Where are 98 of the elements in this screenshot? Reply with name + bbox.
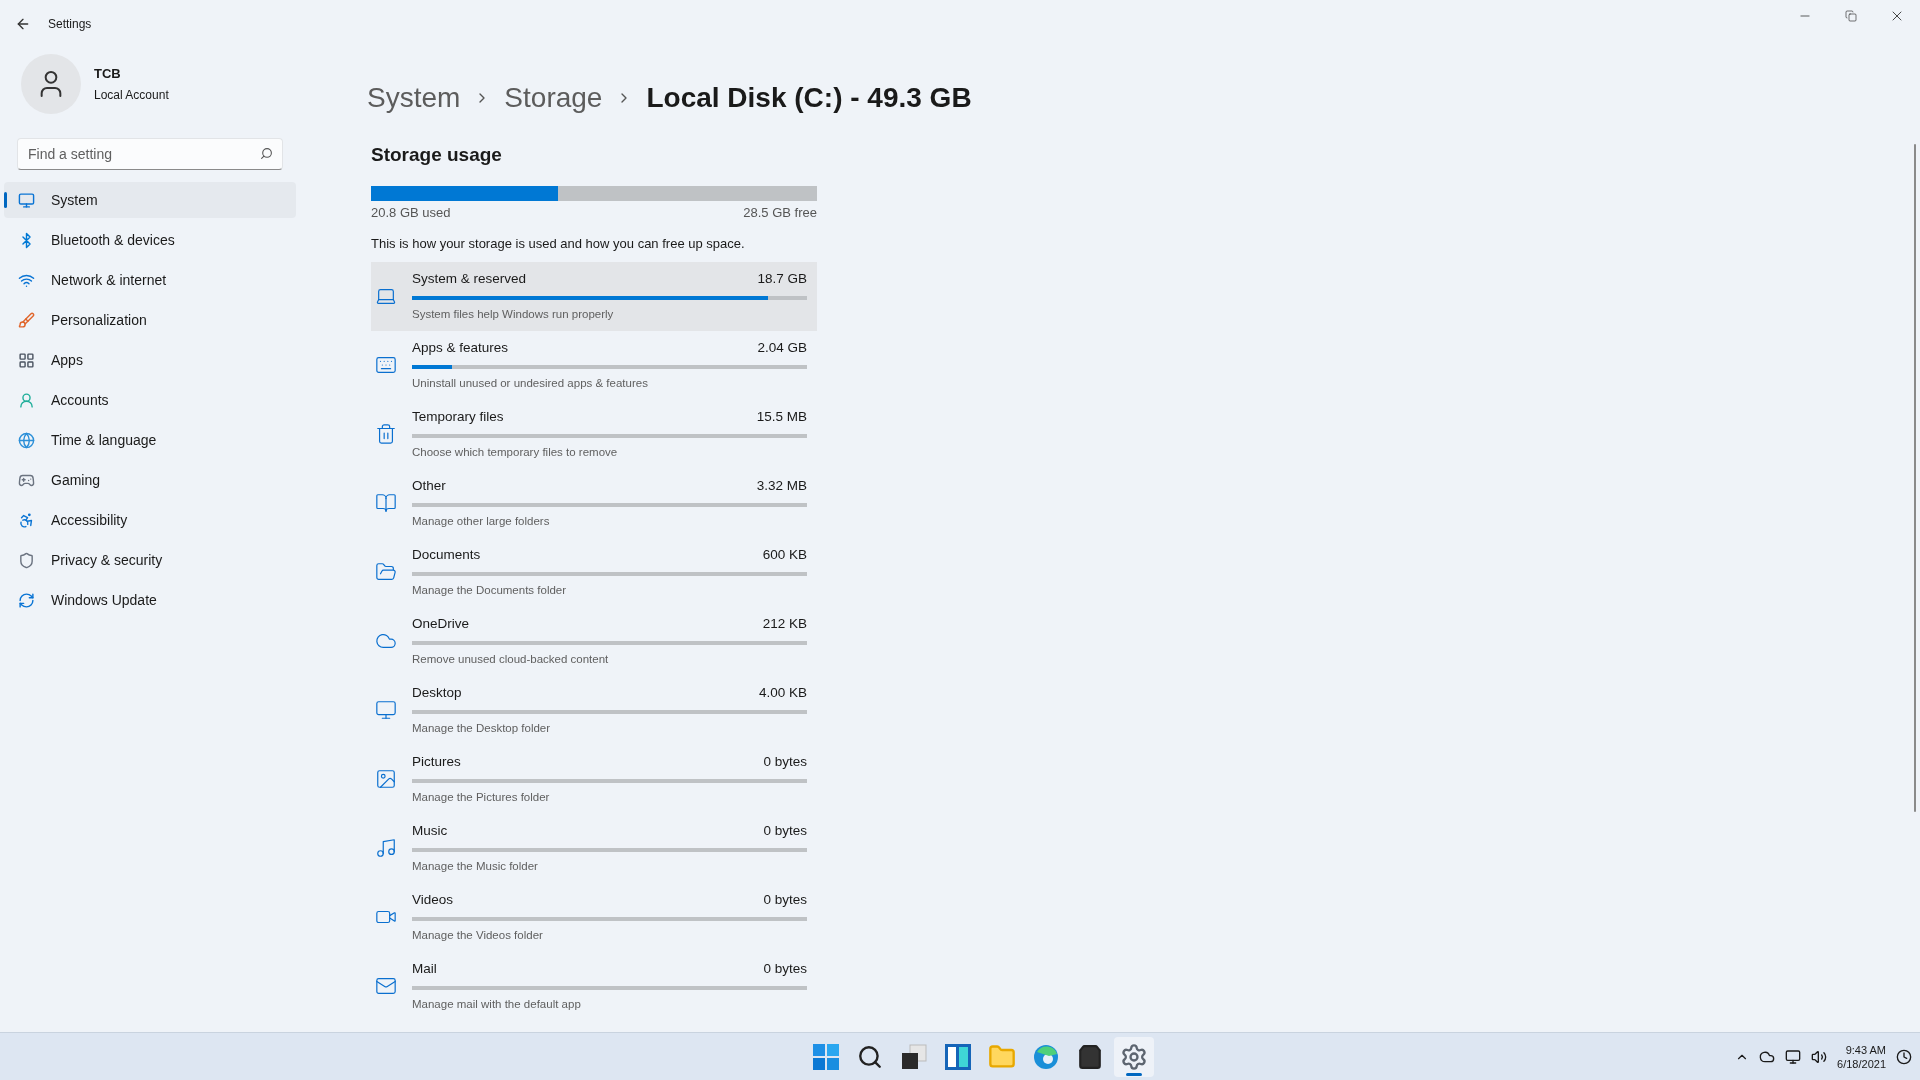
storage-category[interactable]: Apps & features 2.04 GB Uninstall unused or undesired apps & features [371, 330, 817, 400]
sidebar-item[interactable]: Network & internet [4, 262, 296, 298]
sidebar-item[interactable]: Gaming [4, 462, 296, 498]
category-name: Temporary files [412, 408, 504, 427]
grid-icon [18, 351, 35, 369]
window-title: Settings [48, 16, 92, 33]
category-description: Uninstall unused or undesired apps & features [412, 375, 649, 391]
category-description: System files help Windows run properly [412, 306, 615, 322]
category-description: Manage the Pictures folder [412, 789, 551, 805]
category-size: 0 bytes [763, 891, 807, 910]
category-description: Manage other large folders [412, 513, 551, 529]
category-name: Apps & features [412, 339, 509, 358]
category-size: 2.04 GB [757, 339, 807, 358]
music-note-icon [375, 837, 397, 859]
sidebar-item[interactable]: Accounts [4, 382, 296, 418]
category-size: 3.32 MB [756, 477, 807, 496]
shield-icon [18, 551, 35, 569]
category-description: Manage mail with the default app [412, 996, 582, 1012]
category-name: Other [412, 477, 446, 496]
category-description: Manage the Desktop folder [412, 720, 552, 736]
category-size: 212 KB [762, 615, 807, 634]
used-label: 20.8 GB used [371, 203, 451, 222]
storage-category[interactable]: Other 3.32 MB Manage other large folders [371, 468, 817, 538]
category-size: 0 bytes [763, 960, 807, 979]
sidebar-item[interactable]: System [4, 182, 296, 218]
picture-icon [375, 768, 397, 790]
storage-category[interactable]: Mail 0 bytes Manage mail with the default app [371, 951, 817, 1021]
windows-logo-icon [813, 1043, 839, 1070]
accessibility-icon [18, 511, 35, 529]
sidebar-item[interactable]: Bluetooth & devices [4, 222, 296, 258]
book-icon [375, 492, 397, 514]
category-description: Manage the Music folder [412, 858, 539, 874]
category-description: Manage the Documents folder [412, 582, 568, 598]
category-description: Choose which temporary files to remove [412, 444, 619, 460]
storage-category[interactable]: Videos 0 bytes Manage the Videos folder [371, 882, 817, 952]
account-name: TCB [94, 65, 122, 84]
category-name: OneDrive [412, 615, 470, 634]
category-size: 4.00 KB [758, 684, 807, 703]
trash-icon [375, 423, 397, 445]
sidebar-item[interactable]: Apps [4, 342, 296, 378]
sidebar-item[interactable]: Privacy & security [4, 542, 296, 578]
brush-icon [18, 311, 35, 329]
storage-category[interactable]: Documents 600 KB Manage the Documents folder [371, 537, 817, 607]
sidebar-item[interactable]: Accessibility [4, 502, 296, 538]
storage-category[interactable]: Music 0 bytes Manage the Music folder [371, 813, 817, 883]
sidebar-item[interactable]: Personalization [4, 302, 296, 338]
category-name: Videos [412, 891, 454, 910]
sidebar-item[interactable]: Windows Update [4, 582, 296, 618]
monitor-icon [375, 699, 397, 721]
sidebar-item[interactable]: Time & language [4, 422, 296, 458]
clock[interactable]: 9:43 AM 6/18/2021 [1837, 1042, 1886, 1071]
storage-category[interactable]: Desktop 4.00 KB Manage the Desktop folder [371, 675, 817, 745]
section-title: Storage usage [371, 143, 503, 167]
category-size: 0 bytes [763, 753, 807, 772]
category-name: Desktop [412, 684, 462, 703]
search-icon [260, 147, 273, 160]
search-field[interactable]: Find a setting [17, 138, 283, 170]
clock-icon[interactable] [1896, 1048, 1912, 1065]
monitor-icon[interactable] [1785, 1048, 1802, 1065]
browser-icon [1033, 1043, 1059, 1070]
category-description: Remove unused cloud-backed content [412, 651, 610, 667]
category-name: System & reserved [412, 270, 527, 289]
account-type: Local Account [94, 86, 169, 104]
scrollbar[interactable] [1914, 144, 1916, 812]
category-name: Mail [412, 960, 437, 979]
category-size: 0 bytes [763, 822, 807, 841]
storage-description: This is how your storage is used and how you can free up space. [371, 235, 746, 253]
gear-icon [1120, 1042, 1148, 1071]
category-name: Documents [412, 546, 481, 565]
globe-icon [18, 431, 35, 449]
folder-icon [988, 1042, 1016, 1071]
category-name: Pictures [412, 753, 461, 772]
storage-category[interactable]: OneDrive 212 KB Remove unused cloud-backed content [371, 606, 817, 676]
storage-category[interactable]: Temporary files 15.5 MB Choose which temporary files to remove [371, 399, 817, 469]
widgets-icon [945, 1043, 971, 1070]
breadcrumb-link[interactable]: System [367, 77, 461, 119]
storage-category[interactable]: Pictures 0 bytes Manage the Pictures folder [371, 744, 817, 814]
category-name: Music [412, 822, 448, 841]
speaker-icon[interactable] [1811, 1048, 1828, 1065]
category-size: 18.7 GB [757, 270, 807, 289]
breadcrumb-link[interactable]: Storage [504, 77, 603, 119]
mail-icon [375, 975, 397, 997]
free-label: 28.5 GB free [743, 203, 817, 222]
active-indicator [1126, 1072, 1142, 1076]
category-size: 15.5 MB [756, 408, 807, 427]
restore-icon [1845, 10, 1857, 22]
selection-indicator [4, 192, 7, 208]
monitor-icon [18, 191, 35, 209]
category-size: 600 KB [762, 546, 807, 565]
folder-icon [375, 561, 397, 583]
search-icon [857, 1043, 883, 1070]
person-icon [18, 391, 35, 409]
storage-category[interactable]: System & reserved 18.7 GB System files help Windows run properly [371, 261, 817, 331]
task-view-icon [901, 1043, 927, 1070]
refresh-icon [18, 591, 35, 609]
keyboard-icon [375, 354, 397, 376]
page-title: Local Disk (C:) - 49.3 GB [646, 81, 972, 115]
category-description: Manage the Videos folder [412, 927, 544, 943]
